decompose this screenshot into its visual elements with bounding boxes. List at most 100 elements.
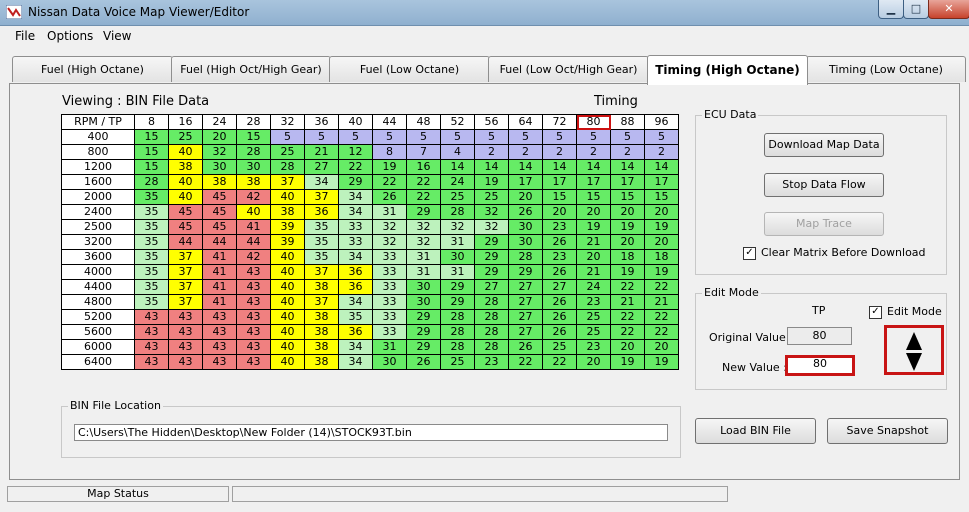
map-cell[interactable]: 32 xyxy=(372,234,407,250)
map-cell[interactable]: 31 xyxy=(372,204,407,220)
map-cell[interactable]: 43 xyxy=(134,339,169,355)
map-cell[interactable]: 35 xyxy=(304,234,339,250)
map-cell[interactable]: 22 xyxy=(338,159,373,175)
map-cell[interactable]: 33 xyxy=(372,324,407,340)
map-cell[interactable]: 45 xyxy=(202,204,237,220)
map-cell[interactable]: 17 xyxy=(576,174,611,190)
map-cell[interactable]: 26 xyxy=(542,324,577,340)
map-cell[interactable]: 40 xyxy=(270,279,305,295)
map-cell[interactable]: 5 xyxy=(610,129,645,145)
map-cell[interactable]: 26 xyxy=(406,354,441,370)
map-cell[interactable]: 28 xyxy=(474,339,509,355)
map-cell[interactable]: 34 xyxy=(304,174,339,190)
increment-arrow-icon[interactable] xyxy=(906,332,922,350)
map-cell[interactable]: 33 xyxy=(372,279,407,295)
map-cell[interactable]: 40 xyxy=(270,309,305,325)
map-cell[interactable]: 40 xyxy=(270,189,305,205)
map-cell[interactable]: 29 xyxy=(508,264,543,280)
map-cell[interactable]: 35 xyxy=(134,204,169,220)
tp-header-cell[interactable]: 52 xyxy=(440,114,475,130)
map-cell[interactable]: 5 xyxy=(304,129,339,145)
save-snapshot-button[interactable]: Save Snapshot xyxy=(827,418,948,444)
map-cell[interactable]: 5 xyxy=(508,129,543,145)
map-cell[interactable]: 41 xyxy=(202,249,237,265)
map-cell[interactable]: 31 xyxy=(406,264,441,280)
map-cell[interactable]: 32 xyxy=(474,204,509,220)
map-cell[interactable]: 26 xyxy=(542,309,577,325)
map-cell[interactable]: 33 xyxy=(372,294,407,310)
map-cell[interactable]: 28 xyxy=(474,309,509,325)
map-cell[interactable]: 35 xyxy=(304,219,339,235)
new-value-field[interactable]: 80 xyxy=(785,355,855,376)
map-cell[interactable]: 43 xyxy=(168,309,203,325)
map-cell[interactable]: 17 xyxy=(644,174,679,190)
map-cell[interactable]: 43 xyxy=(168,324,203,340)
map-cell[interactable]: 32 xyxy=(202,144,237,160)
map-cell[interactable]: 20 xyxy=(644,234,679,250)
map-cell[interactable]: 25 xyxy=(576,309,611,325)
map-cell[interactable]: 43 xyxy=(134,324,169,340)
map-cell[interactable]: 29 xyxy=(474,249,509,265)
map-cell[interactable]: 5 xyxy=(474,129,509,145)
map-cell[interactable]: 15 xyxy=(610,189,645,205)
map-cell[interactable]: 38 xyxy=(236,174,271,190)
map-cell[interactable]: 30 xyxy=(406,294,441,310)
map-cell[interactable]: 38 xyxy=(304,309,339,325)
map-cell[interactable]: 26 xyxy=(508,204,543,220)
map-cell[interactable]: 38 xyxy=(202,174,237,190)
map-cell[interactable]: 38 xyxy=(168,159,203,175)
map-cell[interactable]: 32 xyxy=(406,219,441,235)
map-cell[interactable]: 5 xyxy=(270,129,305,145)
map-cell[interactable]: 14 xyxy=(474,159,509,175)
map-cell[interactable]: 41 xyxy=(202,279,237,295)
tab-timing-low-octane[interactable]: Timing (Low Octane) xyxy=(806,56,966,82)
map-cell[interactable]: 22 xyxy=(372,174,407,190)
map-cell[interactable]: 30 xyxy=(236,159,271,175)
tp-header-cell[interactable]: 24 xyxy=(202,114,237,130)
map-cell[interactable]: 41 xyxy=(202,264,237,280)
tp-header-cell[interactable]: 64 xyxy=(508,114,543,130)
map-cell[interactable]: 41 xyxy=(202,294,237,310)
map-cell[interactable]: 37 xyxy=(304,189,339,205)
map-cell[interactable]: 28 xyxy=(440,339,475,355)
map-cell[interactable]: 31 xyxy=(406,249,441,265)
map-cell[interactable]: 37 xyxy=(304,294,339,310)
map-cell[interactable]: 33 xyxy=(338,234,373,250)
map-cell[interactable]: 2 xyxy=(508,144,543,160)
map-cell[interactable]: 40 xyxy=(236,204,271,220)
map-cell[interactable]: 23 xyxy=(542,249,577,265)
tab-timing-high-octane[interactable]: Timing (High Octane) xyxy=(647,55,808,85)
map-cell[interactable]: 22 xyxy=(406,174,441,190)
map-cell[interactable]: 30 xyxy=(202,159,237,175)
map-cell[interactable]: 43 xyxy=(134,309,169,325)
map-cell[interactable]: 36 xyxy=(338,264,373,280)
maximize-button[interactable]: □ xyxy=(903,0,929,19)
map-cell[interactable]: 25 xyxy=(576,324,611,340)
map-cell[interactable]: 26 xyxy=(542,264,577,280)
map-cell[interactable]: 25 xyxy=(270,144,305,160)
map-cell[interactable]: 31 xyxy=(372,339,407,355)
map-cell[interactable]: 28 xyxy=(474,324,509,340)
map-cell[interactable]: 22 xyxy=(610,279,645,295)
map-cell[interactable]: 26 xyxy=(372,189,407,205)
map-cell[interactable]: 29 xyxy=(406,324,441,340)
bin-path-field[interactable]: C:\Users\The Hidden\Desktop\New Folder (… xyxy=(74,424,668,441)
tp-header-cell[interactable]: 48 xyxy=(406,114,441,130)
map-cell[interactable]: 43 xyxy=(202,354,237,370)
tp-header-cell[interactable]: 8 xyxy=(134,114,169,130)
map-cell[interactable]: 26 xyxy=(542,234,577,250)
clear-matrix-checkbox[interactable]: ✓ xyxy=(743,247,756,260)
map-cell[interactable]: 31 xyxy=(440,234,475,250)
map-cell[interactable]: 40 xyxy=(270,324,305,340)
map-cell[interactable]: 18 xyxy=(644,249,679,265)
map-cell[interactable]: 29 xyxy=(440,279,475,295)
map-cell[interactable]: 33 xyxy=(372,309,407,325)
map-cell[interactable]: 30 xyxy=(406,279,441,295)
tp-header-cell[interactable]: 80 xyxy=(576,114,611,130)
map-cell[interactable]: 2 xyxy=(576,144,611,160)
map-cell[interactable]: 37 xyxy=(168,294,203,310)
map-cell[interactable]: 23 xyxy=(542,219,577,235)
tp-header-cell[interactable]: 44 xyxy=(372,114,407,130)
tp-header-cell[interactable]: 96 xyxy=(644,114,679,130)
map-cell[interactable]: 20 xyxy=(644,204,679,220)
